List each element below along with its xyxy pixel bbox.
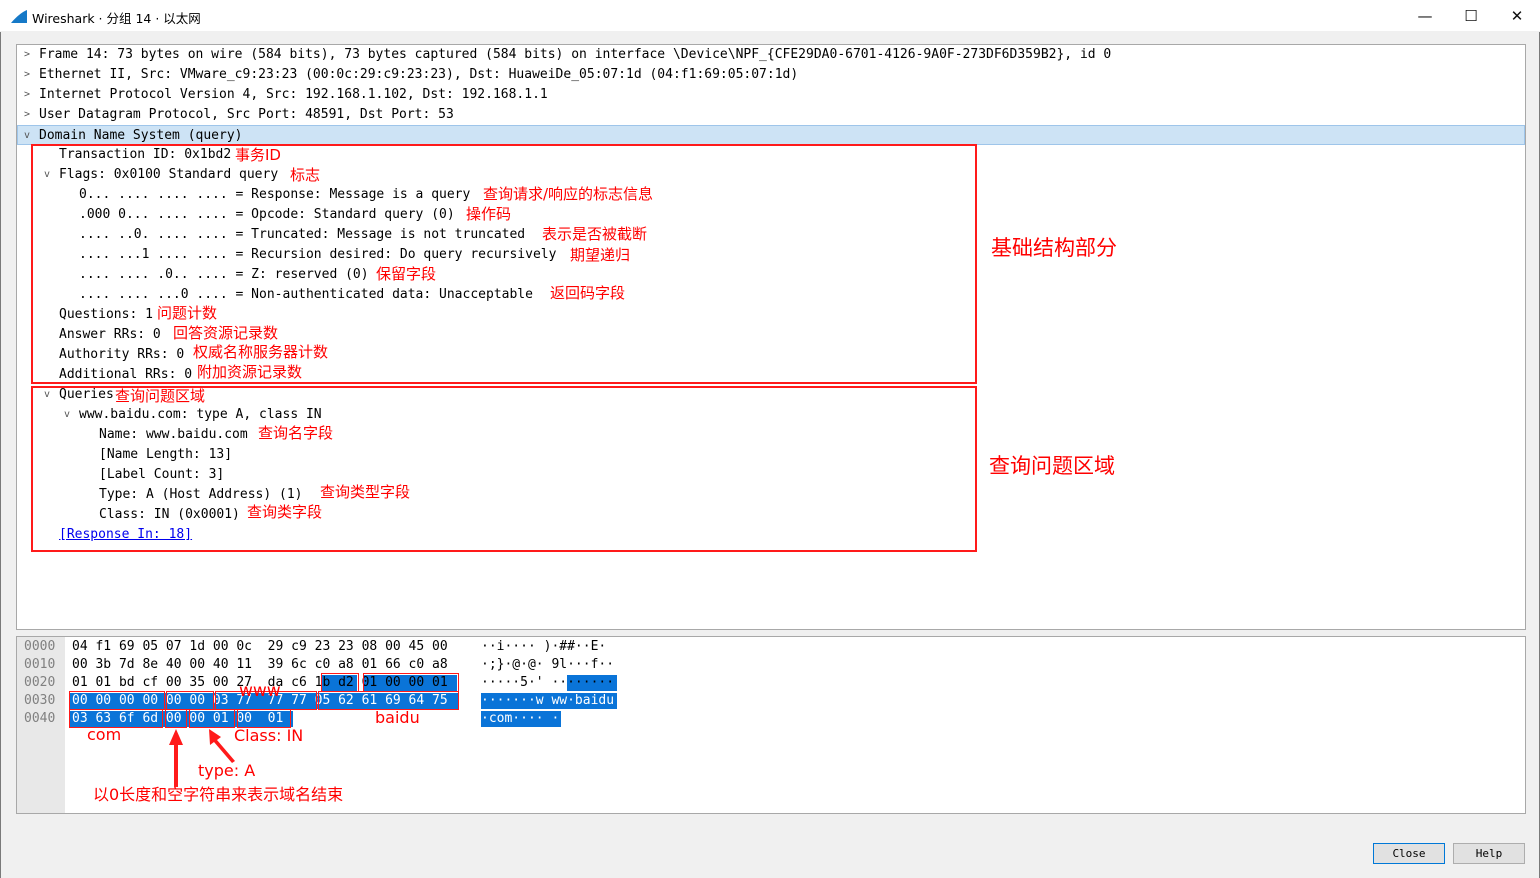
ascii-line[interactable]: ·······w ww·baidu (481, 692, 614, 710)
query-section-box (31, 386, 977, 552)
annotation-hex-class: Class: IN (234, 726, 304, 745)
close-button[interactable]: Close (1373, 843, 1445, 864)
annotation-opcode: 操作码 (466, 205, 512, 223)
hex-field-box (166, 691, 214, 710)
ascii-line[interactable]: ··i···· )·##··E· (481, 638, 606, 656)
annotation-basic-structure: 基础结构部分 (991, 236, 1117, 260)
hex-line[interactable]: 04 f1 69 05 07 1d 00 0c 29 c9 23 23 08 0… (72, 638, 448, 656)
expand-arrow-icon[interactable]: > (21, 65, 33, 85)
minimize-button[interactable]: — (1402, 0, 1448, 32)
annotation-name: 查询名字段 (258, 424, 334, 442)
annotation-transaction-id: 事务ID (235, 146, 281, 164)
collapse-arrow-icon[interactable]: v (21, 126, 33, 146)
help-button[interactable]: Help (1453, 843, 1525, 864)
basic-structure-box (31, 144, 977, 384)
annotation-additional: 附加资源记录数 (197, 363, 303, 381)
ascii-line[interactable]: ·····5·' ········ (481, 674, 614, 692)
arrow-up-icon (209, 729, 235, 763)
annotation-truncated: 表示是否被截断 (542, 225, 648, 243)
expand-arrow-icon[interactable]: > (21, 45, 33, 65)
packet-detail-tree[interactable]: > Frame 14: 73 bytes on wire (584 bits), … (16, 44, 1526, 630)
hex-field-box (69, 691, 165, 710)
title-bar: Wireshark · 分组 14 · 以太网 — ☐ ✕ (0, 0, 1540, 32)
annotation-answer: 回答资源记录数 (173, 324, 279, 342)
tree-row-udp[interactable]: > User Datagram Protocol, Src Port: 48591… (17, 105, 1525, 125)
tree-row-ethernet[interactable]: > Ethernet II, Src: VMware_c9:23:23 (00:0… (17, 65, 1525, 85)
hex-line[interactable]: 00 3b 7d 8e 40 00 40 11 39 6c c0 a8 01 6… (72, 656, 448, 674)
arrow-up-icon (169, 729, 183, 787)
hex-field-box (165, 709, 187, 728)
annotation-nonauth: 返回码字段 (550, 284, 626, 302)
expand-arrow-icon[interactable]: > (21, 85, 33, 105)
ascii-line[interactable]: ·com···· · (481, 710, 559, 728)
annotation-class: 查询类字段 (247, 503, 323, 521)
annotation-hex-com: com (87, 725, 122, 744)
annotation-hex-end: 以0长度和空字符串来表示域名结束 (93, 785, 344, 804)
expand-arrow-icon[interactable]: > (21, 105, 33, 125)
annotation-hex-baidu: baidu (375, 708, 420, 727)
tree-row-dns[interactable]: v Domain Name System (query) (17, 125, 1525, 145)
offset-label: 0000 (24, 639, 56, 654)
window-title: Wireshark · 分组 14 · 以太网 (32, 11, 201, 26)
packet-bytes-pane[interactable]: 0000 0010 0020 0030 0040 04 f1 69 05 07 … (16, 636, 1526, 814)
maximize-button[interactable]: ☐ (1448, 0, 1494, 32)
annotation-queries: 查询问题区域 (115, 387, 206, 405)
annotation-authority: 权威名称服务器计数 (193, 343, 329, 361)
annotation-query-section: 查询问题区域 (989, 454, 1115, 478)
tree-row-ipv4[interactable]: > Internet Protocol Version 4, Src: 192.1… (17, 85, 1525, 105)
hex-field-box (321, 673, 359, 692)
offset-label: 0030 (24, 693, 56, 708)
offset-label: 0040 (24, 711, 56, 726)
hex-field-box (363, 673, 459, 692)
annotation-z: 保留字段 (376, 265, 437, 283)
annotation-recursion: 期望递归 (570, 246, 631, 264)
offset-label: 0010 (24, 657, 56, 672)
annotation-response: 查询请求/响应的标志信息 (483, 185, 654, 203)
tree-row-frame[interactable]: > Frame 14: 73 bytes on wire (584 bits), … (17, 45, 1525, 65)
annotation-type: 查询类型字段 (320, 483, 411, 501)
ascii-line[interactable]: ·;}·@·@· 9l···f·· (481, 656, 614, 674)
wireshark-fin-icon (11, 10, 27, 23)
close-window-button[interactable]: ✕ (1494, 0, 1540, 32)
hex-field-box (189, 709, 235, 728)
annotation-questions: 问题计数 (157, 304, 218, 322)
offset-label: 0020 (24, 675, 56, 690)
annotation-hex-www: www (239, 681, 281, 701)
annotation-flags: 标志 (290, 166, 321, 184)
